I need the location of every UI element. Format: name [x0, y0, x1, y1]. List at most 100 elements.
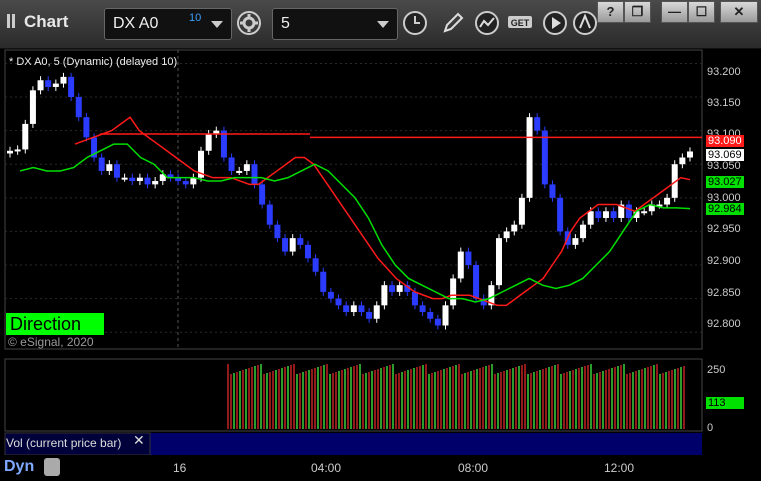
price-tick: 92.950 — [707, 223, 741, 235]
candle-body — [320, 271, 327, 292]
volume-tick: 0 — [707, 422, 714, 434]
candle-body — [541, 130, 548, 185]
candle-body — [113, 164, 120, 178]
time-label: 12:00 — [604, 461, 635, 475]
candle-body — [381, 285, 388, 306]
candle-body — [457, 251, 464, 279]
study-icon — [475, 11, 499, 35]
candle-body — [526, 117, 533, 198]
candle-body — [45, 80, 52, 87]
maximize-button[interactable]: ☐ — [688, 1, 715, 23]
candle-body — [641, 211, 648, 214]
candle-body — [129, 177, 136, 182]
draw-button[interactable] — [438, 8, 468, 38]
candle-body — [595, 211, 602, 218]
candle-body — [602, 211, 609, 218]
app-title-text: Chart — [24, 12, 69, 31]
candle-body — [136, 177, 143, 182]
candle-body — [664, 197, 671, 205]
candle-body — [98, 157, 105, 171]
candle-body — [83, 117, 90, 138]
volume-tick: 250 — [707, 364, 726, 376]
green-up-tag: 93.027 — [706, 176, 744, 188]
get-button[interactable]: GET — [506, 8, 536, 38]
candle-body — [503, 231, 510, 239]
candle-body — [182, 181, 189, 185]
candle-body — [335, 298, 342, 306]
close-button[interactable]: ✕ — [720, 1, 758, 23]
candle-body — [37, 80, 44, 91]
candle-body — [625, 204, 632, 218]
candle-body — [534, 117, 541, 131]
settings-button[interactable] — [234, 8, 264, 38]
candle-body — [442, 305, 449, 326]
link-button[interactable] — [570, 8, 600, 38]
candle-body — [587, 211, 594, 225]
candle-body — [411, 291, 418, 306]
copyright-text: © eSignal, 2020 — [8, 335, 94, 349]
chevron-down-icon[interactable] — [211, 21, 223, 28]
candle-body — [366, 312, 373, 319]
candle-body — [450, 278, 457, 306]
dynamic-mode[interactable]: Dyn — [4, 458, 34, 476]
time-button[interactable] — [400, 8, 430, 38]
interval-value: 5 — [281, 15, 290, 32]
candle-body — [557, 197, 564, 232]
candle-body — [22, 123, 29, 150]
candle-body — [7, 150, 13, 154]
interval-input[interactable]: 5 — [272, 8, 398, 40]
time-label: 08:00 — [458, 461, 489, 475]
candle-body — [312, 258, 319, 272]
candle-body — [266, 204, 273, 225]
close-icon[interactable]: ✕ — [133, 432, 145, 449]
last-price-tag: 93.069 — [706, 149, 744, 161]
red-line-tag: 93.090 — [706, 135, 744, 147]
candle-body — [29, 90, 36, 124]
candle-body — [121, 177, 128, 180]
candle-body — [465, 251, 472, 266]
candle-body — [549, 184, 556, 198]
candle-body — [236, 170, 243, 173]
candle-body — [350, 305, 357, 313]
candle-body — [68, 76, 75, 98]
chevron-down-icon[interactable] — [377, 21, 389, 28]
clock-icon — [403, 11, 427, 35]
price-chart[interactable] — [0, 49, 761, 481]
time-label: 16 — [173, 461, 187, 475]
price-tick: 92.800 — [707, 318, 741, 330]
studies-button[interactable] — [472, 8, 502, 38]
price-tick: 93.200 — [707, 66, 741, 78]
study-label: * DX A0, 5 (Dynamic) (delayed 10) — [9, 56, 178, 68]
volume-label-bar — [150, 433, 702, 455]
candle-body — [297, 238, 304, 245]
symbol-input[interactable]: DX A0 10 — [104, 8, 232, 40]
candle-body — [396, 285, 403, 292]
direction-button[interactable]: Direction — [6, 313, 104, 335]
app-logo-icon — [7, 14, 15, 28]
candle-body — [259, 184, 266, 205]
help-button[interactable]: ? — [597, 1, 624, 23]
price-tick: 93.050 — [707, 160, 741, 172]
get-icon: GET — [508, 16, 532, 28]
svg-text:GET: GET — [511, 18, 530, 28]
symbol-value: DX A0 — [113, 15, 159, 32]
app-title: Chart — [6, 12, 68, 32]
candle-body — [427, 312, 434, 319]
minimize-button[interactable]: — — [661, 1, 688, 23]
play-button[interactable] — [540, 8, 570, 38]
time-label: 04:00 — [311, 461, 342, 475]
candle-body — [75, 97, 82, 118]
restore-button[interactable]: ❐ — [624, 1, 651, 23]
candle-body — [679, 157, 686, 165]
lock-icon[interactable] — [44, 458, 60, 476]
candle-body — [289, 238, 296, 252]
candle-body — [60, 76, 67, 84]
candle-body — [274, 224, 281, 239]
link-icon — [573, 11, 597, 35]
candle-body — [373, 305, 380, 319]
candle-body — [572, 238, 579, 245]
candle-body — [389, 285, 396, 292]
candle-body — [358, 305, 365, 313]
volume-last-tag: 113 — [706, 397, 744, 409]
candle-body — [228, 157, 235, 171]
